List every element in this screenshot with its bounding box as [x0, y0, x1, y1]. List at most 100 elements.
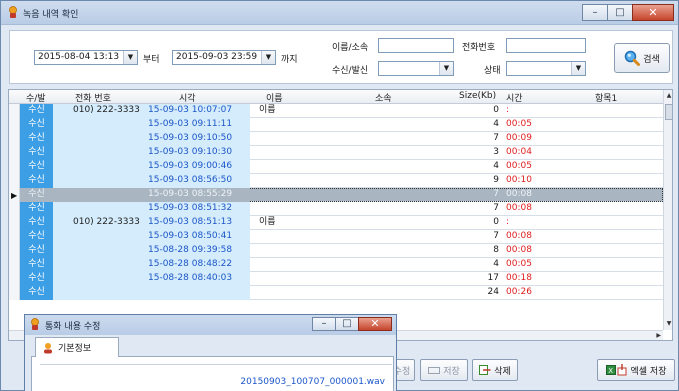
- minimize-button[interactable]: –: [582, 4, 608, 21]
- col-name[interactable]: 이름: [266, 91, 283, 104]
- cell-direction: 수신: [20, 272, 53, 286]
- row-selector[interactable]: [9, 160, 20, 174]
- table-row[interactable]: 수신 15-09-03 09:00:46 4 00:05: [9, 160, 663, 174]
- col-item1[interactable]: 항목1: [595, 91, 617, 104]
- col-duration[interactable]: 시간: [506, 91, 523, 104]
- scroll-thumb[interactable]: [665, 104, 672, 120]
- row-selector[interactable]: [9, 286, 20, 300]
- status-select[interactable]: ▼: [506, 61, 586, 76]
- chevron-down-icon[interactable]: ▼: [571, 62, 585, 75]
- chevron-down-icon[interactable]: ▼: [123, 51, 137, 64]
- cell-duration: 00:08: [506, 203, 532, 213]
- scroll-right-icon[interactable]: ▶: [656, 332, 661, 339]
- chevron-down-icon[interactable]: ▼: [439, 62, 453, 75]
- dialog-maximize-button[interactable]: □: [335, 317, 359, 331]
- maximize-icon: □: [342, 318, 352, 329]
- cell-time: 15-09-03 09:10:30: [145, 146, 250, 160]
- table-row[interactable]: 수신 15-09-03 09:10:50 7 00:09: [9, 132, 663, 146]
- row-selector[interactable]: [9, 244, 20, 258]
- col-phone[interactable]: 전화 번호: [75, 91, 111, 104]
- cell-size: 3: [493, 147, 499, 157]
- row-selector[interactable]: ▶: [9, 188, 20, 202]
- row-selector[interactable]: [9, 272, 20, 286]
- scroll-down-icon[interactable]: ▼: [664, 320, 672, 327]
- date-to-picker[interactable]: 2015-09-03 23:59 ▼: [172, 50, 276, 65]
- cell-time: 15-08-28 09:39:58: [145, 244, 250, 258]
- table-row[interactable]: 수신 010) 222-3333 15-09-03 10:07:07 이름 0:: [9, 104, 663, 118]
- cell-direction: 수신: [20, 188, 53, 202]
- cell-duration: 00:05: [506, 119, 532, 129]
- user-icon: [44, 342, 52, 353]
- table-row[interactable]: ▶ 수신 15-09-03 08:55:29 7 00:08: [9, 188, 663, 202]
- row-selector[interactable]: [9, 174, 20, 188]
- cell-size: 9: [493, 175, 499, 185]
- phone-field[interactable]: [506, 38, 586, 53]
- table-row[interactable]: 수신 15-09-03 09:10:30 3 00:04: [9, 146, 663, 160]
- table-row[interactable]: 수신 15-08-28 08:48:22 4 00:05: [9, 258, 663, 272]
- cell-direction: 수신: [20, 202, 53, 216]
- row-selector[interactable]: [9, 258, 20, 272]
- row-selector[interactable]: [9, 132, 20, 146]
- name-label: 이름/소속: [332, 43, 369, 53]
- records-grid[interactable]: 수/발 전화 번호 시각 이름 소속 Size(Kb) 시간 항목1 수신 010…: [8, 89, 673, 341]
- minimize-icon: –: [321, 318, 327, 329]
- tab-basic-info[interactable]: 기본정보: [35, 337, 119, 357]
- vertical-scrollbar[interactable]: ▲ ▼: [663, 90, 672, 330]
- cell-phone: 010) 222-3333: [53, 104, 145, 118]
- search-icon: [624, 50, 641, 66]
- save-button[interactable]: 저장: [420, 359, 468, 381]
- table-row[interactable]: 수신 15-09-03 08:51:32 7 00:08: [9, 202, 663, 216]
- table-row[interactable]: 수신 15-09-03 08:56:50 9 00:10: [9, 174, 663, 188]
- cell-size: 7: [493, 231, 499, 241]
- table-row[interactable]: 수신 24 00:26: [9, 286, 663, 300]
- cell-size: 7: [493, 133, 499, 143]
- direction-select[interactable]: ▼: [378, 61, 454, 76]
- table-row[interactable]: 수신 15-09-03 09:11:11 4 00:05: [9, 118, 663, 132]
- col-department[interactable]: 소속: [375, 91, 392, 104]
- table-row[interactable]: 수신 15-09-03 08:50:41 7 00:08: [9, 230, 663, 244]
- search-button[interactable]: 검색: [614, 43, 670, 73]
- cell-duration: 00:08: [506, 245, 532, 255]
- cell-phone: [53, 244, 145, 258]
- cell-duration: 00:09: [506, 133, 532, 143]
- close-icon: ✕: [648, 5, 658, 19]
- cell-direction: 수신: [20, 258, 53, 272]
- cell-phone: [53, 174, 145, 188]
- cell-time: 15-09-03 08:51:13: [145, 216, 250, 230]
- recording-filename[interactable]: 20150903_100707_000001.wav: [240, 377, 385, 387]
- cell-phone: [53, 188, 145, 202]
- cell-time: 15-09-03 08:55:29: [145, 188, 250, 202]
- main-window: 녹음 내역 확인 – □ ✕ 2015-08-04 13:13 ▼ 부터 201…: [0, 0, 679, 391]
- cell-direction: 수신: [20, 146, 53, 160]
- status-label: 상태: [484, 66, 501, 76]
- cell-duration: 00:05: [506, 161, 532, 171]
- col-size[interactable]: Size(Kb): [459, 91, 496, 101]
- app-icon: [9, 6, 17, 18]
- cell-name: 이름: [259, 217, 276, 227]
- dialog-minimize-button[interactable]: –: [312, 317, 336, 331]
- dialog-close-button[interactable]: ✕: [358, 317, 392, 331]
- title-bar[interactable]: 녹음 내역 확인 – □ ✕: [1, 1, 678, 25]
- row-selector[interactable]: [9, 202, 20, 216]
- table-row[interactable]: 수신 15-08-28 09:39:58 8 00:08: [9, 244, 663, 258]
- row-selector[interactable]: [9, 104, 20, 118]
- dialog-app-icon: [31, 318, 39, 330]
- name-field[interactable]: [378, 38, 454, 53]
- table-row[interactable]: 수신 010) 222-3333 15-09-03 08:51:13 이름 0:: [9, 216, 663, 230]
- scroll-up-icon[interactable]: ▲: [664, 92, 672, 99]
- dialog-title-bar[interactable]: 통화 내용 수정 – □ ✕: [25, 315, 396, 335]
- row-selector[interactable]: [9, 146, 20, 160]
- date-from-picker[interactable]: 2015-08-04 13:13 ▼: [34, 50, 138, 65]
- col-time[interactable]: 시각: [179, 91, 196, 104]
- table-row[interactable]: 수신 15-08-28 08:40:03 17 00:18: [9, 272, 663, 286]
- excel-export-button[interactable]: X 엑셀 저장: [597, 359, 675, 381]
- maximize-button[interactable]: □: [607, 4, 633, 21]
- row-selector[interactable]: [9, 230, 20, 244]
- row-selector[interactable]: [9, 118, 20, 132]
- row-selector[interactable]: [9, 216, 20, 230]
- close-button[interactable]: ✕: [632, 4, 674, 21]
- col-direction[interactable]: 수/발: [26, 91, 46, 104]
- cell-time: 15-09-03 10:07:07: [145, 104, 250, 118]
- chevron-down-icon[interactable]: ▼: [261, 51, 275, 64]
- delete-button[interactable]: 삭제: [472, 359, 518, 381]
